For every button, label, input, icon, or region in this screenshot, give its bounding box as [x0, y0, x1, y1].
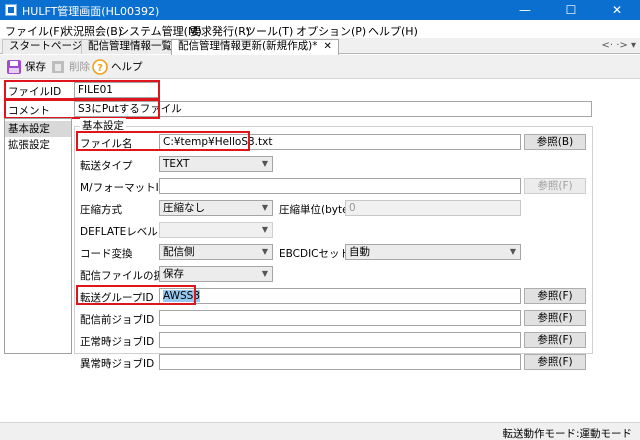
handling-select[interactable]: 保存 ▼: [159, 266, 273, 282]
help-button[interactable]: ? ヘルプ: [92, 58, 143, 76]
comment-field[interactable]: S3にPutするファイル: [74, 101, 592, 117]
side-item-extended[interactable]: 拡張設定: [5, 137, 71, 153]
tab-delivery-update[interactable]: 配信管理情報更新(新規作成)* ✕: [171, 39, 339, 55]
code-conv-select[interactable]: 配信側 ▼: [159, 244, 273, 260]
transfer-type-label: 転送タイプ: [80, 160, 133, 172]
file-name-label: ファイル名: [80, 138, 133, 150]
help-label: ヘルプ: [111, 61, 143, 73]
menu-options[interactable]: オプション(P): [296, 23, 366, 39]
menu-request[interactable]: 要求発行(R): [190, 23, 250, 39]
chevron-down-icon: ▼: [261, 247, 268, 256]
group-id-label: 転送グループID: [80, 292, 154, 304]
settings-nav: 基本設定 拡張設定: [4, 118, 72, 354]
transfer-type-value: TEXT: [163, 158, 190, 170]
tab-label: 配信管理情報更新(新規作成)*: [178, 40, 318, 52]
pre-job-label: 配信前ジョブID: [80, 314, 155, 326]
format-id-field[interactable]: [159, 178, 521, 194]
maximize-button[interactable]: ☐: [548, 0, 594, 20]
compress-value: 圧縮なし: [163, 202, 205, 214]
tab-label: 配信管理情報一覧: [88, 40, 172, 52]
code-conv-label: コード変換: [80, 248, 133, 260]
status-text: 転送動作モード:運動モード: [502, 428, 632, 440]
menu-file[interactable]: ファイル(F): [5, 23, 64, 39]
menu-help[interactable]: ヘルプ(H): [368, 23, 418, 39]
window-title: HULFT管理画面(HL00392): [22, 5, 160, 18]
compress-unit-field[interactable]: 0: [345, 200, 521, 216]
browse-pre-job-button[interactable]: 参照(F): [524, 310, 586, 326]
save-label: 保存: [25, 61, 46, 73]
error-job-label: 異常時ジョブID: [80, 358, 155, 370]
delete-label: 削除: [69, 61, 90, 73]
browse-error-job-button[interactable]: 参照(F): [524, 354, 586, 370]
tab-start-page[interactable]: スタートページ: [2, 39, 90, 54]
title-bar: HULFT管理画面(HL00392) — ☐ ✕: [0, 0, 640, 20]
browse-format-button[interactable]: 参照(F): [524, 178, 586, 194]
group-title: 基本設定: [80, 118, 126, 133]
compress-select[interactable]: 圧縮なし ▼: [159, 200, 273, 216]
deflate-label: DEFLATEレベル: [80, 226, 158, 238]
save-button[interactable]: 保存: [6, 58, 46, 76]
chevron-down-icon: ▼: [261, 159, 268, 168]
normal-job-field[interactable]: [159, 332, 521, 348]
menu-status[interactable]: 状況照会(B): [62, 23, 122, 39]
normal-job-label: 正常時ジョブID: [80, 336, 155, 348]
chevron-down-icon: ▼: [261, 225, 268, 234]
format-id-label: M/フォーマットID: [80, 182, 167, 194]
delete-button[interactable]: 削除: [50, 58, 90, 76]
menu-tools[interactable]: ツール(T): [245, 23, 293, 39]
ebcdic-select[interactable]: 自動 ▼: [345, 244, 521, 260]
tab-nav[interactable]: <· ·> ▾: [602, 40, 637, 51]
tab-strip: スタートページ 配信管理情報一覧 配信管理情報更新(新規作成)* ✕: [0, 38, 640, 55]
group-id-field[interactable]: AWSS3: [159, 288, 521, 304]
status-bar: 転送動作モード:運動モード: [0, 422, 640, 440]
file-name-field[interactable]: C:¥temp¥HelloS3.txt: [159, 134, 521, 150]
chevron-down-icon: ▼: [261, 269, 268, 278]
save-icon: [7, 60, 21, 74]
comment-label: コメント: [8, 105, 50, 117]
chevron-down-icon: ▼: [509, 247, 516, 256]
group-id-value: AWSS3: [163, 290, 201, 302]
help-icon: ?: [92, 59, 108, 75]
ebcdic-value: 自動: [349, 246, 370, 258]
minimize-button[interactable]: —: [502, 0, 548, 20]
delete-icon: [52, 61, 64, 73]
file-id-field[interactable]: FILE01: [74, 82, 159, 98]
tab-label: スタートページ: [9, 40, 83, 52]
menu-bar: ファイル(F) 状況照会(B) システム管理(M) 要求発行(R) ツール(T)…: [0, 20, 640, 38]
chevron-down-icon: ▼: [261, 203, 268, 212]
toolbar: 保存 削除 ? ヘルプ: [0, 55, 640, 79]
file-id-label: ファイルID: [8, 86, 62, 98]
deflate-select[interactable]: ▼: [159, 222, 273, 238]
compress-label: 圧縮方式: [80, 204, 122, 216]
code-conv-value: 配信側: [163, 246, 195, 258]
tab-close-icon[interactable]: ✕: [323, 41, 331, 52]
browse-group-button[interactable]: 参照(F): [524, 288, 586, 304]
tab-delivery-list[interactable]: 配信管理情報一覧: [81, 39, 179, 54]
browse-normal-job-button[interactable]: 参照(F): [524, 332, 586, 348]
close-button[interactable]: ✕: [594, 0, 640, 20]
side-item-basic[interactable]: 基本設定: [5, 121, 71, 137]
transfer-type-select[interactable]: TEXT ▼: [159, 156, 273, 172]
ebcdic-label: EBCDICセット: [279, 248, 350, 260]
handling-value: 保存: [163, 268, 184, 280]
error-job-field[interactable]: [159, 354, 521, 370]
app-icon: [5, 4, 17, 16]
svg-text:?: ?: [97, 63, 103, 74]
pre-job-field[interactable]: [159, 310, 521, 326]
browse-file-button[interactable]: 参照(B): [524, 134, 586, 150]
